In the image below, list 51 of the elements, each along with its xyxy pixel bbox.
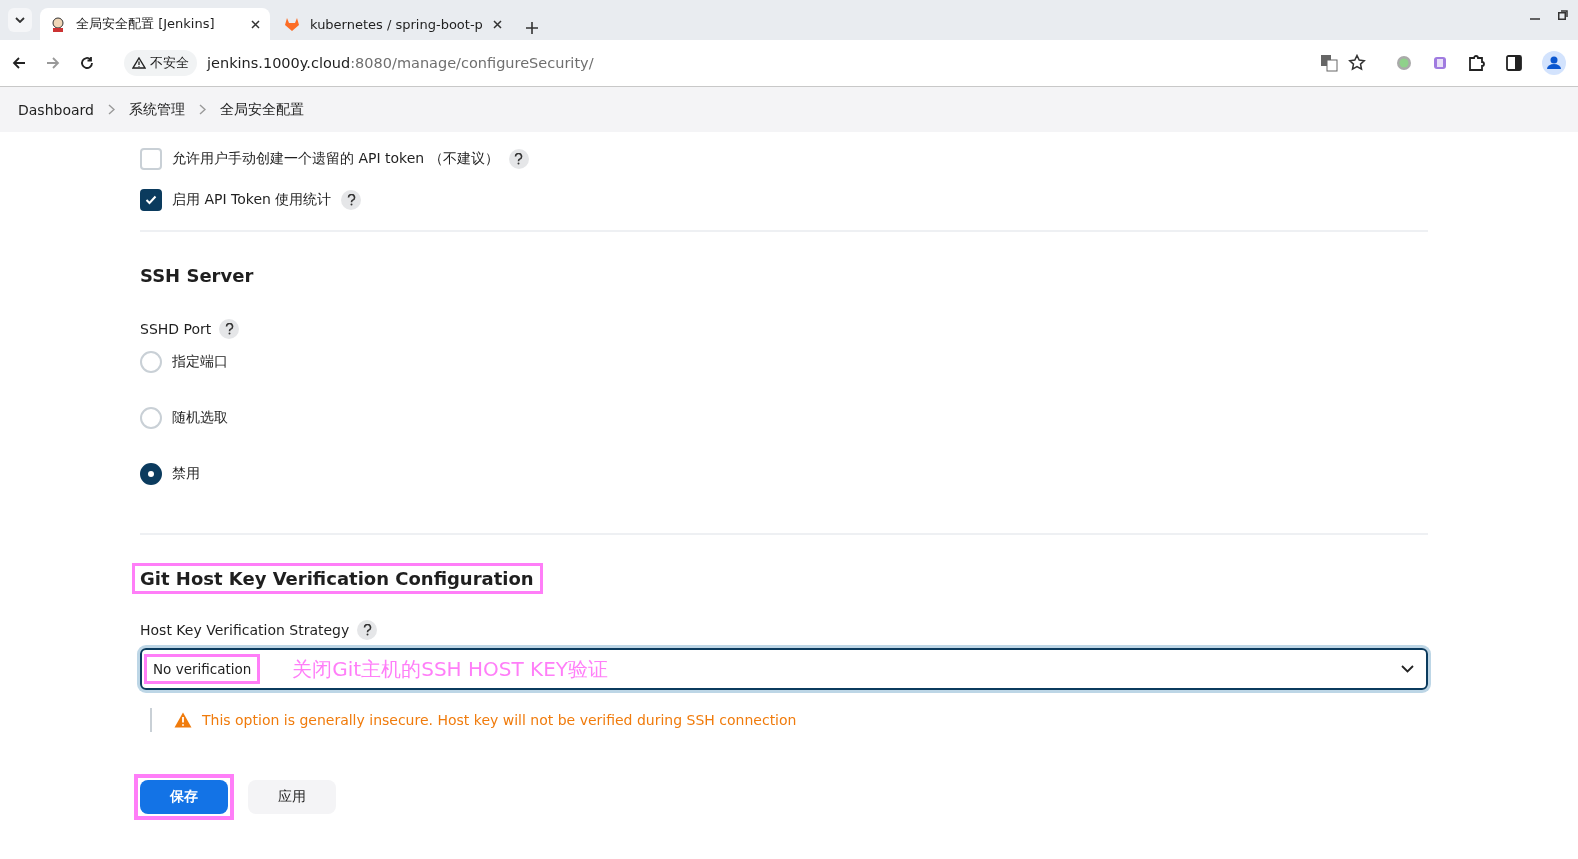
- breadcrumb-link[interactable]: Dashboard: [18, 101, 94, 118]
- browser-tab[interactable]: kubernetes / spring-boot-p: [274, 8, 512, 40]
- warning-text: This option is generally insecure. Host key will not be verified during SSH connection: [202, 712, 797, 728]
- puzzle-icon[interactable]: [1468, 54, 1486, 72]
- chevron-icon: [198, 104, 206, 115]
- caret-icon: [15, 17, 25, 23]
- checkbox-label: 启用 API Token 使用统计: [172, 191, 332, 209]
- chevron-icon: [107, 104, 115, 115]
- fox-icon: [284, 16, 300, 32]
- side-panel-icon[interactable]: [1506, 55, 1522, 71]
- caret-icon: [1401, 665, 1414, 673]
- help-icon[interactable]: [219, 319, 240, 339]
- profile-icon[interactable]: [1542, 51, 1566, 75]
- url-text: jenkins.1000y.cloud:8080/manage/configureSecurity/: [207, 55, 594, 71]
- check-icon: [145, 195, 157, 205]
- checkbox[interactable]: [140, 189, 162, 211]
- section-heading: SSH Server: [139, 264, 255, 288]
- radio-label: 禁用: [172, 465, 200, 483]
- help-icon[interactable]: [341, 190, 362, 210]
- apply-button[interactable]: 应用: [248, 780, 336, 814]
- field-label: SSHD Port: [140, 321, 212, 337]
- checkbox-label: 允许用户手动创建一个遗留的 API token （不建议）: [172, 150, 499, 168]
- breadcrumb-link[interactable]: 系统管理: [128, 100, 185, 119]
- tab-list-button[interactable]: [8, 8, 32, 32]
- browser-tab[interactable]: 全局安全配置 [Jenkins]: [40, 8, 270, 40]
- translate-icon[interactable]: [1320, 54, 1338, 72]
- forward-icon[interactable]: [46, 56, 60, 70]
- new-tab-icon[interactable]: [525, 22, 538, 34]
- help-icon[interactable]: [357, 620, 378, 640]
- field-label: Host Key Verification Strategy: [140, 622, 350, 638]
- help-icon[interactable]: [508, 149, 529, 169]
- star-icon[interactable]: [1348, 54, 1366, 72]
- strategy-select[interactable]: No verification 关闭Git主机的SSH HOST KEY验证: [140, 648, 1428, 690]
- close-icon[interactable]: [251, 19, 260, 29]
- breadcrumb-link[interactable]: 全局安全配置: [219, 100, 304, 119]
- back-icon[interactable]: [12, 56, 26, 70]
- close-icon[interactable]: [492, 19, 502, 29]
- select-value: No verification: [144, 654, 261, 684]
- extension-icon[interactable]: [1432, 55, 1448, 71]
- radio-label: 指定端口: [172, 353, 228, 371]
- radio-button[interactable]: [140, 463, 162, 485]
- warning-icon: [174, 712, 192, 728]
- save-button[interactable]: 保存: [140, 780, 228, 814]
- annotation-text: 关闭Git主机的SSH HOST KEY验证: [292, 655, 609, 683]
- reload-icon[interactable]: [80, 56, 94, 70]
- section-heading: Git Host Key Verification Configuration: [132, 563, 543, 594]
- restore-icon[interactable]: [1558, 10, 1568, 20]
- security-chip[interactable]: 不安全: [124, 50, 197, 76]
- warning-icon: [132, 57, 146, 69]
- butler-icon: [50, 16, 66, 32]
- radio-label: 随机选取: [172, 409, 228, 427]
